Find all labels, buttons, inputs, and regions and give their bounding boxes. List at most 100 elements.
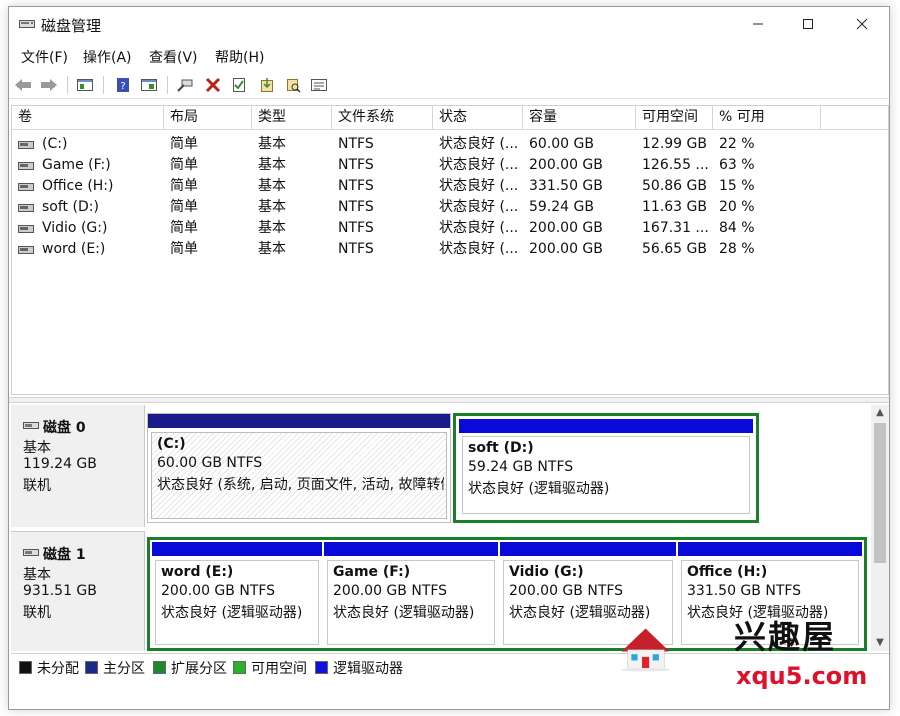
table-cell: 状态良好 (... <box>439 178 519 194</box>
column-header-status[interactable]: 状态 <box>433 106 523 129</box>
table-cell: 200.00 GB <box>529 241 603 257</box>
disk-0-type: 基本 <box>23 440 51 456</box>
forward-button[interactable] <box>39 76 59 94</box>
disk-1-type: 基本 <box>23 567 51 583</box>
export-icon <box>261 78 273 92</box>
table-cell: 简单 <box>170 136 198 152</box>
table-cell: 简单 <box>170 220 198 236</box>
partition-d-body: soft (D:) 59.24 GB NTFS 状态良好 (逻辑驱动器) <box>462 436 750 514</box>
disk-icon <box>23 422 39 429</box>
maximize-icon <box>803 19 813 29</box>
console-tree-icon <box>77 79 93 91</box>
table-cell: Office (H:) <box>42 178 114 194</box>
table-row[interactable]: Game (F:) 简单 基本 NTFS 状态良好 (... 200.00 GB 126.5… <box>12 155 888 176</box>
column-header-filesystem[interactable]: 文件系统 <box>332 106 433 129</box>
delete-button[interactable] <box>203 76 223 94</box>
title-bar: 磁盘管理 <box>9 7 889 41</box>
table-cell: 60.00 GB <box>529 136 594 152</box>
partition-c-status: 状态良好 (系统, 启动, 页面文件, 活动, 故障转储 <box>157 477 444 493</box>
disk-view-scrollbar[interactable]: ▲ ▼ <box>871 405 889 651</box>
back-icon <box>15 79 31 91</box>
connect-icon <box>177 79 193 92</box>
logical-drive-bar <box>459 419 753 433</box>
panel-splitter[interactable] <box>9 397 889 403</box>
partition-d-label: soft (D:) <box>468 440 534 456</box>
partition-e-size: 200.00 GB NTFS <box>161 583 276 599</box>
search-icon <box>287 79 301 93</box>
table-row[interactable]: Vidio (G:) 简单 基本 NTFS 状态良好 (... 200.00 GB 167.… <box>12 218 888 239</box>
minimize-icon <box>753 23 763 25</box>
toolbar-separator <box>167 76 168 94</box>
check-button[interactable] <box>229 76 249 94</box>
scroll-up-arrow-icon[interactable]: ▲ <box>871 405 889 421</box>
disk-1-info[interactable]: 磁盘 1 基本 931.51 GB 联机 <box>11 531 145 651</box>
back-button[interactable] <box>13 76 33 94</box>
minimize-button[interactable] <box>735 7 781 41</box>
table-cell: 63 % <box>719 157 755 173</box>
table-cell: 状态良好 (... <box>439 157 519 173</box>
scroll-down-arrow-icon[interactable]: ▼ <box>871 635 889 651</box>
partition-f-body: Game (F:) 200.00 GB NTFS 状态良好 (逻辑驱动器) <box>327 560 495 645</box>
column-header-capacity[interactable]: 容量 <box>523 106 636 129</box>
partition-f-status: 状态良好 (逻辑驱动器) <box>333 605 475 621</box>
menu-view[interactable]: 查看(V) <box>149 47 198 67</box>
column-header-percent-free[interactable]: % 可用 <box>713 106 821 129</box>
table-cell: 基本 <box>258 199 286 215</box>
table-cell: 基本 <box>258 136 286 152</box>
table-row[interactable]: soft (D:) 简单 基本 NTFS 状态良好 (... 59.24 GB 11.63 … <box>12 197 888 218</box>
close-button[interactable] <box>839 7 885 41</box>
partition-f[interactable]: Game (F:) 200.00 GB NTFS 状态良好 (逻辑驱动器) <box>324 542 498 648</box>
search-button[interactable] <box>283 76 303 94</box>
help-icon: ? <box>117 78 129 92</box>
table-row[interactable]: (C:) 简单 基本 NTFS 状态良好 (... 60.00 GB 12.99 GB 22 … <box>12 134 888 155</box>
volume-list-header: 卷 布局 类型 文件系统 状态 容量 可用空间 % 可用 <box>12 106 888 130</box>
list-button[interactable] <box>309 76 329 94</box>
watermark-text-en: xqu5.com <box>736 662 868 690</box>
disk-icon <box>23 549 39 556</box>
partition-d-size: 59.24 GB NTFS <box>468 459 574 475</box>
drive-icon <box>18 225 34 233</box>
menu-action[interactable]: 操作(A) <box>83 47 132 67</box>
partition-e[interactable]: word (E:) 200.00 GB NTFS 状态良好 (逻辑驱动器) <box>152 542 322 648</box>
table-row[interactable]: word (E:) 简单 基本 NTFS 状态良好 (... 200.00 GB 56.65… <box>12 239 888 260</box>
column-header-layout[interactable]: 布局 <box>164 106 252 129</box>
toolbar: ? <box>9 71 889 99</box>
partition-d[interactable]: soft (D:) 59.24 GB NTFS 状态良好 (逻辑驱动器) <box>453 413 759 523</box>
table-cell: 简单 <box>170 199 198 215</box>
disk-0-partitions: (C:) 60.00 GB NTFS 状态良好 (系统, 启动, 页面文件, 活… <box>147 413 763 527</box>
console-tree-button[interactable] <box>75 76 95 94</box>
logical-drive-bar <box>500 542 676 556</box>
disk-management-icon <box>19 20 35 28</box>
properties-button[interactable] <box>139 76 159 94</box>
partition-d-status: 状态良好 (逻辑驱动器) <box>468 481 610 497</box>
toolbar-separator <box>103 76 104 94</box>
table-cell: 50.86 GB <box>642 178 707 194</box>
help-button[interactable]: ? <box>113 76 133 94</box>
connect-button[interactable] <box>175 76 195 94</box>
table-cell: 简单 <box>170 241 198 257</box>
window-title: 磁盘管理 <box>41 17 102 35</box>
drive-icon <box>18 204 34 212</box>
column-header-type[interactable]: 类型 <box>252 106 332 129</box>
legend-free-space: 可用空间 <box>233 658 307 678</box>
table-cell: 84 % <box>719 220 755 236</box>
disk-0-info[interactable]: 磁盘 0 基本 119.24 GB 联机 <box>11 405 145 527</box>
legend-swatch <box>315 661 328 674</box>
export-button[interactable] <box>257 76 277 94</box>
table-cell: 基本 <box>258 178 286 194</box>
menu-help[interactable]: 帮助(H) <box>215 47 264 67</box>
maximize-button[interactable] <box>785 7 831 41</box>
table-cell: NTFS <box>338 136 374 152</box>
check-icon <box>233 78 245 92</box>
table-cell: 15 % <box>719 178 755 194</box>
table-row[interactable]: Office (H:) 简单 基本 NTFS 状态良好 (... 331.50 GB 50.… <box>12 176 888 197</box>
partition-c[interactable]: (C:) 60.00 GB NTFS 状态良好 (系统, 启动, 页面文件, 活… <box>147 413 451 523</box>
legend-unallocated: 未分配 <box>19 658 79 678</box>
table-cell: 简单 <box>170 178 198 194</box>
menu-file[interactable]: 文件(F) <box>21 47 68 67</box>
column-header-free-space[interactable]: 可用空间 <box>636 106 713 129</box>
partition-h-label: Office (H:) <box>687 564 768 580</box>
logical-drive-bar <box>324 542 498 556</box>
scroll-thumb[interactable] <box>874 423 886 563</box>
column-header-volume[interactable]: 卷 <box>12 106 164 129</box>
